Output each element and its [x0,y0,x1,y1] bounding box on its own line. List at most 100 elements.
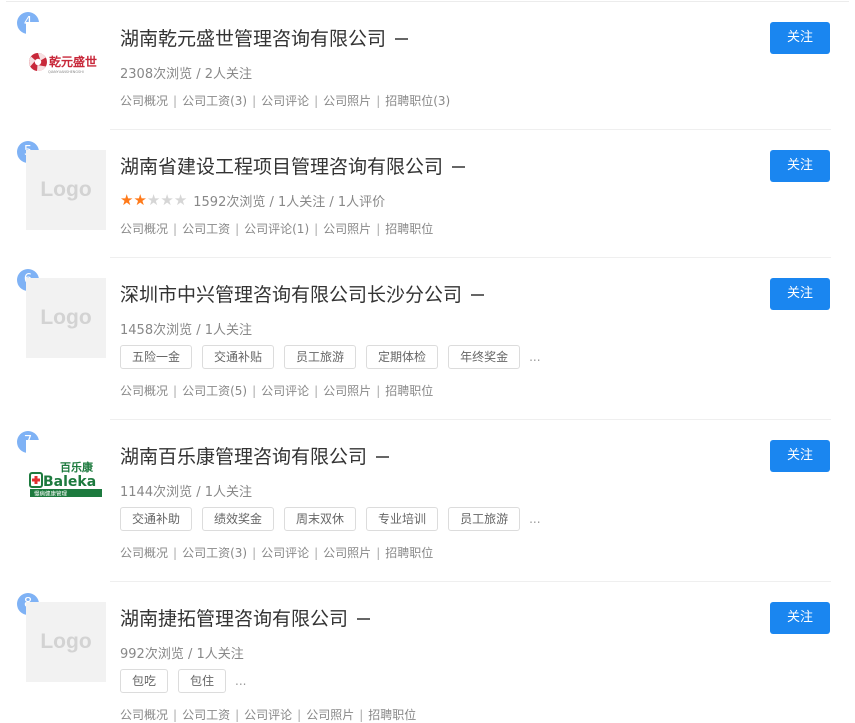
link-photos[interactable]: 公司照片 [323,544,371,561]
company-name-link[interactable]: 深圳市中兴管理咨询有限公司长沙分公司 [120,280,462,307]
more-tags-ellipsis: ... [529,350,541,364]
link-overview[interactable]: 公司概况 [120,220,168,237]
link-salary[interactable]: 公司工资 [182,220,230,237]
svg-text:乾元盛世: 乾元盛世 [49,54,97,69]
follow-button[interactable]: 关注 [770,22,830,54]
divider [110,129,831,130]
benefit-tags: 包吃 包住 ... [120,669,246,693]
more-tags-ellipsis: ... [235,674,247,688]
benefit-tag: 交通补贴 [202,345,275,369]
company-name-link[interactable]: 湖南捷拓管理咨询有限公司 [120,604,348,631]
follow-button[interactable]: 关注 [770,278,830,310]
svg-text:QIANYUANSHENGSHI: QIANYUANSHENGSHI [48,70,84,74]
minus-icon [357,617,371,620]
pipe-divider: | [235,707,240,722]
link-reviews[interactable]: 公司评论 [244,706,292,723]
company-stats-row: ★ ★ ★ ★ ★ 1592次浏览 / 1人关注 / 1人评价 [120,191,386,211]
link-jobs[interactable]: 招聘职位 [385,220,433,237]
company-stats: 2308次浏览 / 2人关注 [120,67,252,82]
company-logo[interactable]: Logo [26,278,106,358]
link-salary[interactable]: 公司工资(5) [182,382,247,399]
company-stats: 1458次浏览 / 1人关注 [120,323,252,338]
company-logo[interactable]: 乾元盛世 QIANYUANSHENGSHI [26,22,106,102]
company-links: 公司概况 | 公司工资(5) | 公司评论 | 公司照片 | 招聘职位 [120,382,433,399]
company-stats: 992次浏览 / 1人关注 [120,647,244,662]
company-links: 公司概况 | 公司工资 | 公司评论 | 公司照片 | 招聘职位 [120,706,416,723]
pipe-divider: | [359,707,364,722]
link-reviews[interactable]: 公司评论 [261,544,309,561]
minus-icon [395,37,409,40]
link-overview[interactable]: 公司概况 [120,382,168,399]
company-links: 公司概况 | 公司工资(3) | 公司评论 | 公司照片 | 招聘职位 [120,544,433,561]
pipe-divider: | [173,93,178,108]
link-jobs[interactable]: 招聘职位 [385,382,433,399]
pipe-divider: | [314,93,319,108]
link-overview[interactable]: 公司概况 [120,92,168,109]
link-reviews[interactable]: 公司评论 [261,92,309,109]
company-title-row: 湖南省建设工程项目管理咨询有限公司 [120,152,466,179]
pipe-divider: | [376,545,381,560]
svg-text:慢病健康管理: 慢病健康管理 [34,490,68,498]
pipe-divider: | [376,221,381,236]
minus-icon [376,455,390,458]
benefit-tags: 五险一金 交通补贴 员工旅游 定期体检 年终奖金 ... [120,345,541,369]
svg-text:百乐康: 百乐康 [60,460,94,474]
benefit-tag: 包住 [178,669,227,693]
link-overview[interactable]: 公司概况 [120,544,168,561]
pipe-divider: | [297,707,302,722]
company-logo[interactable]: Logo [26,602,106,682]
logo-placeholder-text: Logo [40,630,92,653]
benefit-tags: 交通补助 绩效奖金 周末双休 专业培训 员工旅游 ... [120,507,541,531]
link-salary[interactable]: 公司工资 [182,706,230,723]
company-links: 公司概况 | 公司工资(3) | 公司评论 | 公司照片 | 招聘职位(3) [120,92,450,109]
divider [110,581,831,582]
pipe-divider: | [173,545,178,560]
pipe-divider: | [314,545,319,560]
divider [110,419,831,420]
star-filled-icon: ★ [120,191,134,209]
benefit-tag: 定期体检 [366,345,439,369]
company-title-row: 湖南乾元盛世管理咨询有限公司 [120,24,409,51]
link-salary[interactable]: 公司工资(3) [182,92,247,109]
logo-placeholder-text: Logo [40,178,92,201]
divider [6,1,849,2]
link-salary[interactable]: 公司工资(3) [182,544,247,561]
qianyuan-logo-icon: 乾元盛世 QIANYUANSHENGSHI [29,53,97,74]
company-stats: 1592次浏览 / 1人关注 / 1人评价 [193,195,386,210]
company-title-row: 深圳市中兴管理咨询有限公司长沙分公司 [120,280,485,307]
link-photos[interactable]: 公司照片 [323,92,371,109]
benefit-tag: 交通补助 [120,507,193,531]
link-photos[interactable]: 公司照片 [323,382,371,399]
link-jobs[interactable]: 招聘职位 [368,706,416,723]
company-logo[interactable]: 百乐康 Baleka 慢病健康管理 [26,440,106,520]
follow-button[interactable]: 关注 [770,440,830,472]
bailekang-logo-icon: 百乐康 Baleka 慢病健康管理 [29,460,102,498]
pipe-divider: | [173,707,178,722]
minus-icon [471,293,485,296]
benefit-tag: 周末双休 [284,507,357,531]
pipe-divider: | [173,221,178,236]
pipe-divider: | [376,383,381,398]
follow-button[interactable]: 关注 [770,150,830,182]
link-jobs[interactable]: 招聘职位(3) [385,92,450,109]
company-logo[interactable]: Logo [26,150,106,230]
benefit-tag: 包吃 [120,669,169,693]
benefit-tag: 年终奖金 [448,345,521,369]
link-reviews[interactable]: 公司评论 [261,382,309,399]
link-reviews[interactable]: 公司评论(1) [244,220,309,237]
pipe-divider: | [235,221,240,236]
pipe-divider: | [376,93,381,108]
company-name-link[interactable]: 湖南省建设工程项目管理咨询有限公司 [120,152,443,179]
pipe-divider: | [252,93,257,108]
benefit-tag: 绩效奖金 [202,507,275,531]
link-overview[interactable]: 公司概况 [120,706,168,723]
star-empty-icon: ★ [173,191,188,209]
follow-button[interactable]: 关注 [770,602,830,634]
benefit-tag: 专业培训 [366,507,439,531]
company-name-link[interactable]: 湖南乾元盛世管理咨询有限公司 [120,24,386,51]
link-jobs[interactable]: 招聘职位 [385,544,433,561]
link-photos[interactable]: 公司照片 [306,706,354,723]
benefit-tag: 员工旅游 [448,507,521,531]
link-photos[interactable]: 公司照片 [323,220,371,237]
company-name-link[interactable]: 湖南百乐康管理咨询有限公司 [120,442,367,469]
